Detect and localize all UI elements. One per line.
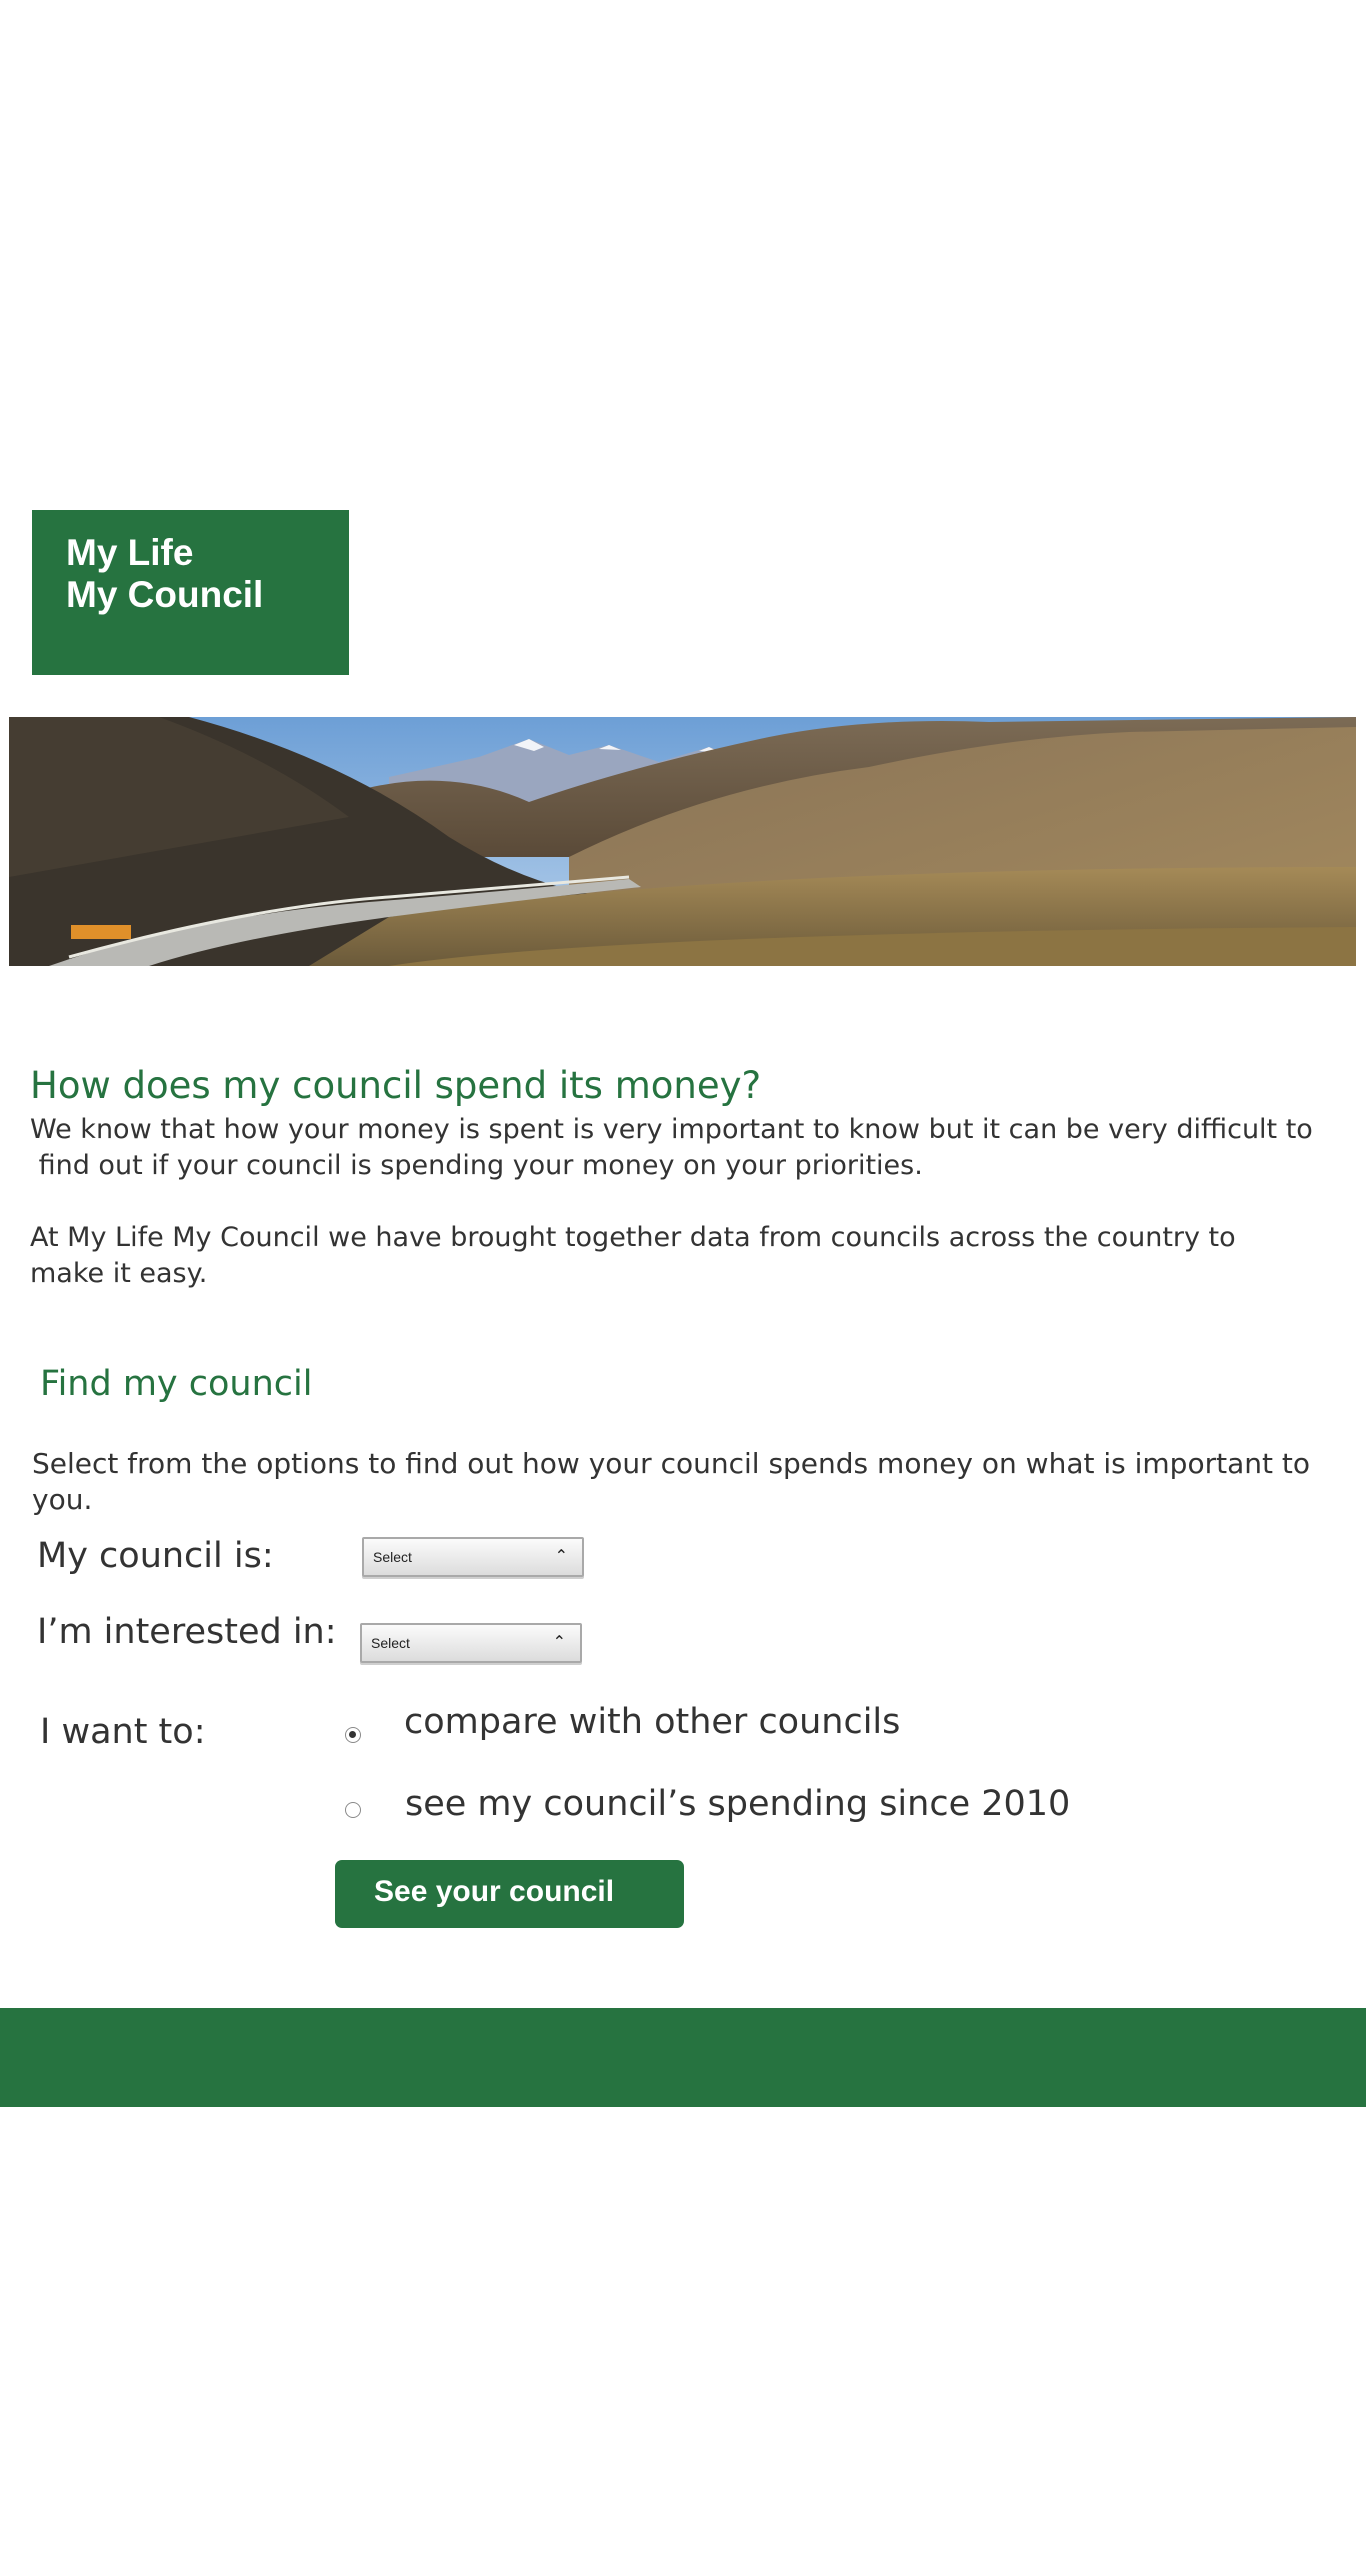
council-label: My council is: — [37, 1536, 274, 1576]
chevron-up-icon: ⌃ — [552, 1632, 566, 1651]
see-your-council-button-label: See your council — [374, 1875, 615, 1908]
intro-paragraph-2-line-1: At My Life My Council we have brought to… — [30, 1222, 1236, 1253]
footer-bar — [0, 2008, 1366, 2107]
finder-description: Select from the options to find out how … — [32, 1447, 1319, 1516]
spending-history-option-label[interactable]: see my council’s spending since 2010 — [405, 1784, 1070, 1824]
chevron-up-icon: ⌃ — [554, 1546, 568, 1565]
intro-paragraph-1-line-2: find out if your council is spending you… — [30, 1150, 923, 1181]
hero-landscape-image — [9, 717, 1356, 966]
see-your-council-button[interactable]: See your council — [335, 1860, 684, 1928]
finder-heading: Find my council — [40, 1364, 313, 1404]
logo-line-1: My Life — [66, 532, 194, 573]
site-logo[interactable]: My Life My Council — [32, 510, 349, 675]
interest-label: I’m interested in: — [37, 1612, 337, 1652]
interest-select-value: Select — [371, 1635, 410, 1651]
council-select-value: Select — [373, 1549, 412, 1565]
compare-option-label[interactable]: compare with other councils — [404, 1702, 900, 1742]
spending-history-radio[interactable] — [345, 1802, 361, 1818]
interest-select[interactable]: Select ⌃ — [360, 1623, 582, 1663]
intro-paragraph-1-line-1: We know that how your money is spent is … — [30, 1114, 1313, 1145]
compare-radio[interactable] — [345, 1727, 361, 1743]
intro-paragraph-2-line-2: make it easy. — [30, 1258, 208, 1289]
intro-heading: How does my council spend its money? — [30, 1064, 762, 1107]
logo-line-2: My Council — [66, 574, 264, 615]
council-select[interactable]: Select ⌃ — [362, 1537, 584, 1577]
mountain-landscape-illustration — [9, 717, 1356, 966]
want-label: I want to: — [40, 1712, 206, 1752]
